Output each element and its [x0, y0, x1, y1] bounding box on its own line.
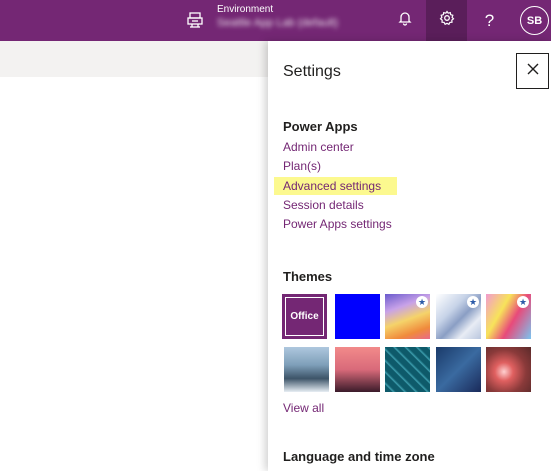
- theme-colorful-tile[interactable]: ★: [486, 294, 531, 339]
- theme-palms-tile[interactable]: [335, 347, 380, 392]
- theme-office-label: Office: [290, 311, 319, 322]
- advanced-settings-link[interactable]: Advanced settings: [274, 177, 398, 195]
- avatar[interactable]: SB: [520, 6, 549, 35]
- session-details-link[interactable]: Session details: [283, 198, 364, 212]
- help-icon: ?: [484, 10, 495, 30]
- theme-circuit-tile[interactable]: [385, 347, 430, 392]
- theme-blue-tile[interactable]: [335, 294, 380, 339]
- top-bar: Environment Seattle App Lab (default) ? …: [0, 0, 551, 41]
- close-icon: [527, 62, 539, 80]
- environment-icon[interactable]: [185, 10, 205, 30]
- star-icon: ★: [467, 296, 479, 308]
- notifications-button[interactable]: [384, 0, 425, 41]
- bell-icon: [397, 10, 413, 31]
- gear-icon: [439, 10, 455, 31]
- environment-label: Environment: [217, 4, 274, 15]
- theme-landscape-tile[interactable]: [284, 347, 329, 392]
- environment-name[interactable]: Seattle App Lab (default): [217, 17, 338, 30]
- power-apps-heading: Power Apps: [283, 119, 358, 134]
- star-icon: ★: [517, 296, 529, 308]
- view-all-themes-link[interactable]: View all: [283, 401, 324, 415]
- admin-center-link[interactable]: Admin center: [283, 140, 354, 154]
- plans-link[interactable]: Plan(s): [283, 159, 321, 173]
- settings-button[interactable]: [426, 0, 467, 41]
- theme-rainbow-tile[interactable]: ★: [385, 294, 430, 339]
- star-icon: ★: [416, 296, 428, 308]
- language-heading: Language and time zone: [283, 449, 435, 464]
- theme-office-tile[interactable]: Office: [282, 294, 327, 339]
- theme-innovation-tile[interactable]: [436, 347, 481, 392]
- power-apps-settings-link[interactable]: Power Apps settings: [283, 217, 392, 231]
- close-button[interactable]: [516, 53, 549, 89]
- settings-panel: Settings Power Apps Admin center Plan(s)…: [268, 41, 551, 471]
- themes-heading: Themes: [283, 269, 333, 284]
- help-button[interactable]: ?: [469, 0, 510, 41]
- theme-lights-tile[interactable]: [486, 347, 531, 392]
- theme-silver-tile[interactable]: ★: [436, 294, 481, 339]
- panel-title: Settings: [283, 63, 341, 80]
- command-bar: [0, 41, 268, 77]
